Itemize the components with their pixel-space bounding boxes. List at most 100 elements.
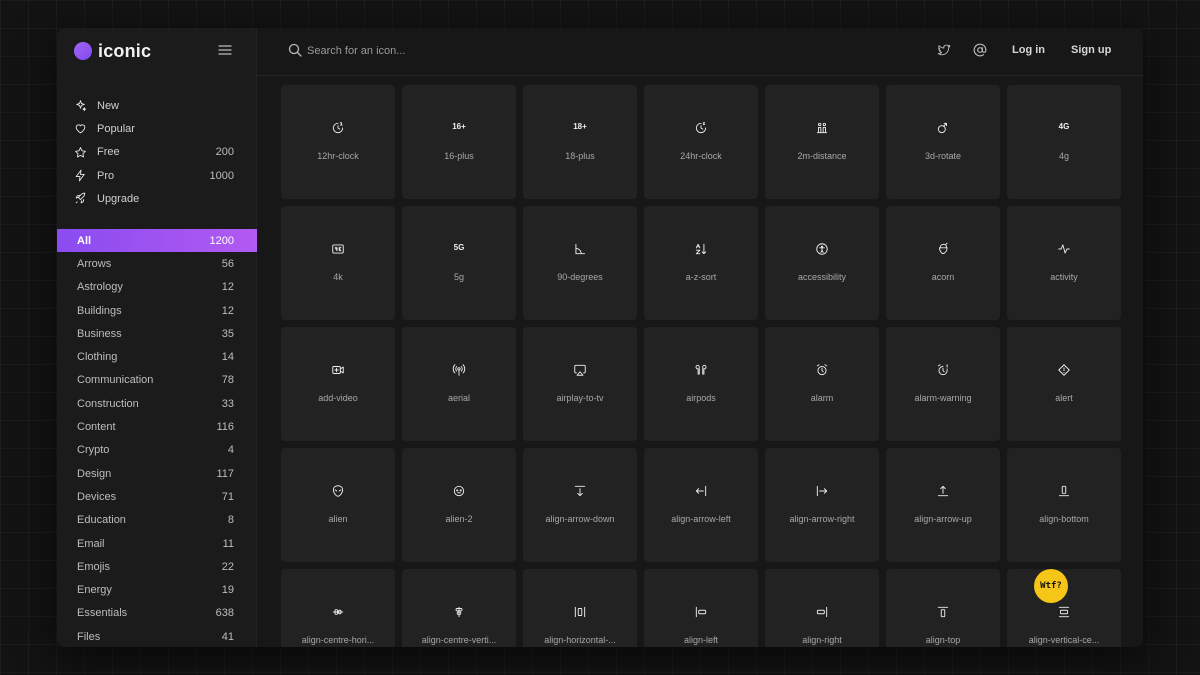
icon-tile[interactable]: add-video xyxy=(281,327,395,441)
icon-tile[interactable]: align-top xyxy=(886,569,1000,647)
category-crypto[interactable]: Crypto 4 xyxy=(57,439,257,462)
twitter-icon[interactable] xyxy=(937,43,951,57)
icon-tile[interactable]: align-centre-hori... xyxy=(281,569,395,647)
at-sign-icon[interactable] xyxy=(973,43,987,57)
search-input[interactable] xyxy=(307,41,607,61)
category-label: Communication xyxy=(77,374,154,387)
category-business[interactable]: Business 35 xyxy=(57,322,257,345)
icon-tile-label: 16-plus xyxy=(444,151,474,161)
icon-tile[interactable]: 3d-rotate xyxy=(886,85,1000,199)
category-content[interactable]: Content 116 xyxy=(57,415,257,438)
icon-tile[interactable]: align-bottom xyxy=(1007,448,1121,562)
nav-item-free[interactable]: Free 200 xyxy=(74,141,257,164)
category-design[interactable]: Design 117 xyxy=(57,462,257,485)
icon-tile[interactable]: activity xyxy=(1007,206,1121,320)
icon-tile[interactable]: acorn xyxy=(886,206,1000,320)
icon-tile-label: a-z-sort xyxy=(685,272,717,282)
category-education[interactable]: Education 8 xyxy=(57,509,257,532)
align-top-icon xyxy=(937,606,949,618)
icon-tile[interactable]: alien xyxy=(281,448,395,562)
alien-2-icon xyxy=(453,485,465,497)
icon-tile-label: 12hr-clock xyxy=(317,151,359,161)
icon-tile[interactable]: align-left xyxy=(644,569,758,647)
category-energy[interactable]: Energy 19 xyxy=(57,578,257,601)
brand-logo[interactable]: iconic xyxy=(74,41,151,61)
icon-tile-label: airplay-to-tv xyxy=(556,393,604,403)
lightning-icon xyxy=(75,169,85,182)
icon-tile[interactable]: align-arrow-right xyxy=(765,448,879,562)
category-arrows[interactable]: Arrows 56 xyxy=(57,252,257,275)
align-centre-vertical-icon xyxy=(455,606,463,618)
nav-item-popular[interactable]: Popular xyxy=(74,117,257,140)
5g-icon: 5G xyxy=(453,243,465,252)
icon-tile[interactable]: 16+ 16-plus xyxy=(402,85,516,199)
category-astrology[interactable]: Astrology 12 xyxy=(57,276,257,299)
category-count: 4 xyxy=(227,444,234,457)
icon-tile[interactable]: align-right xyxy=(765,569,879,647)
icon-tile[interactable]: aerial xyxy=(402,327,516,441)
category-communication[interactable]: Communication 78 xyxy=(57,369,257,392)
search-icon xyxy=(288,43,302,57)
nav-item-label: Popular xyxy=(97,122,135,135)
nav-item-new[interactable]: New xyxy=(74,94,257,117)
icon-tile[interactable]: align-horizontal-... xyxy=(523,569,637,647)
category-count: 78 xyxy=(221,374,234,387)
signup-link[interactable]: Sign up xyxy=(1071,44,1111,56)
category-buildings[interactable]: Buildings 12 xyxy=(57,299,257,322)
category-construction[interactable]: Construction 33 xyxy=(57,392,257,415)
icon-tile[interactable]: align-centre-verti... xyxy=(402,569,516,647)
align-arrow-left-icon xyxy=(695,485,707,497)
icon-tile[interactable]: a-z-sort xyxy=(644,206,758,320)
top-bar: Log in Sign up xyxy=(257,28,1143,76)
18-plus-icon: 18+ xyxy=(573,122,587,131)
nav-item-pro[interactable]: Pro 1000 xyxy=(74,164,257,187)
rotate-3d-icon xyxy=(937,122,947,134)
category-count: 56 xyxy=(221,257,234,270)
icon-tile-label: 5g xyxy=(453,272,464,282)
icon-grid: 12hr-clock 16+ 16-plus 18+ 18-plus 24hr-clock… xyxy=(281,85,1121,647)
category-label: Content xyxy=(77,421,116,434)
category-files[interactable]: Files 41 xyxy=(57,625,257,647)
nav-item-label: Upgrade xyxy=(97,192,140,205)
icon-tile[interactable]: 12hr-clock xyxy=(281,85,395,199)
category-count: 22 xyxy=(221,560,234,573)
icon-tile[interactable]: airpods xyxy=(644,327,758,441)
sidebar: iconic New Popular Free 200 Pro 1000 Upgrade A… xyxy=(57,28,257,647)
icon-tile[interactable]: 90-degrees xyxy=(523,206,637,320)
4k-icon xyxy=(332,244,344,254)
icon-tile[interactable]: airplay-to-tv xyxy=(523,327,637,441)
login-link[interactable]: Log in xyxy=(1012,44,1045,56)
icon-tile[interactable]: 4G 4g xyxy=(1007,85,1121,199)
icon-tile[interactable]: alien-2 xyxy=(402,448,516,562)
category-email[interactable]: Email 11 xyxy=(57,532,257,555)
icon-tile[interactable]: 5G 5g xyxy=(402,206,516,320)
icon-tile-label: align-vertical-ce... xyxy=(1028,635,1100,645)
hamburger-menu-icon[interactable] xyxy=(217,42,233,58)
category-count: 33 xyxy=(221,397,234,410)
icon-tile[interactable]: accessibility xyxy=(765,206,879,320)
icon-tile[interactable]: align-arrow-left xyxy=(644,448,758,562)
icon-tile[interactable]: align-arrow-up xyxy=(886,448,1000,562)
icon-tile[interactable]: 4k xyxy=(281,206,395,320)
category-essentials[interactable]: Essentials 638 xyxy=(57,602,257,625)
nav-item-label: New xyxy=(97,99,120,112)
icon-tile[interactable]: alarm-warning xyxy=(886,327,1000,441)
nav-item-upgrade[interactable]: Upgrade xyxy=(74,187,257,210)
alert-icon xyxy=(1058,364,1070,376)
icon-tile[interactable]: 24hr-clock xyxy=(644,85,758,199)
icon-tile-label: align-right xyxy=(802,635,842,645)
help-button[interactable]: Wtf? xyxy=(1034,569,1068,603)
icon-tile[interactable]: 18+ 18-plus xyxy=(523,85,637,199)
nav-item-count: 200 xyxy=(215,146,234,159)
icon-tile[interactable]: alert xyxy=(1007,327,1121,441)
icon-tile[interactable]: 2m-distance xyxy=(765,85,879,199)
category-emojis[interactable]: Emojis 22 xyxy=(57,555,257,578)
category-count: 1200 xyxy=(209,234,234,247)
category-devices[interactable]: Devices 71 xyxy=(57,485,257,508)
category-all[interactable]: All 1200 xyxy=(57,229,257,253)
star-icon xyxy=(75,146,86,158)
category-clothing[interactable]: Clothing 14 xyxy=(57,345,257,368)
icon-tile[interactable]: alarm xyxy=(765,327,879,441)
icon-tile[interactable]: align-arrow-down xyxy=(523,448,637,562)
icon-tile-label: activity xyxy=(1050,272,1078,282)
